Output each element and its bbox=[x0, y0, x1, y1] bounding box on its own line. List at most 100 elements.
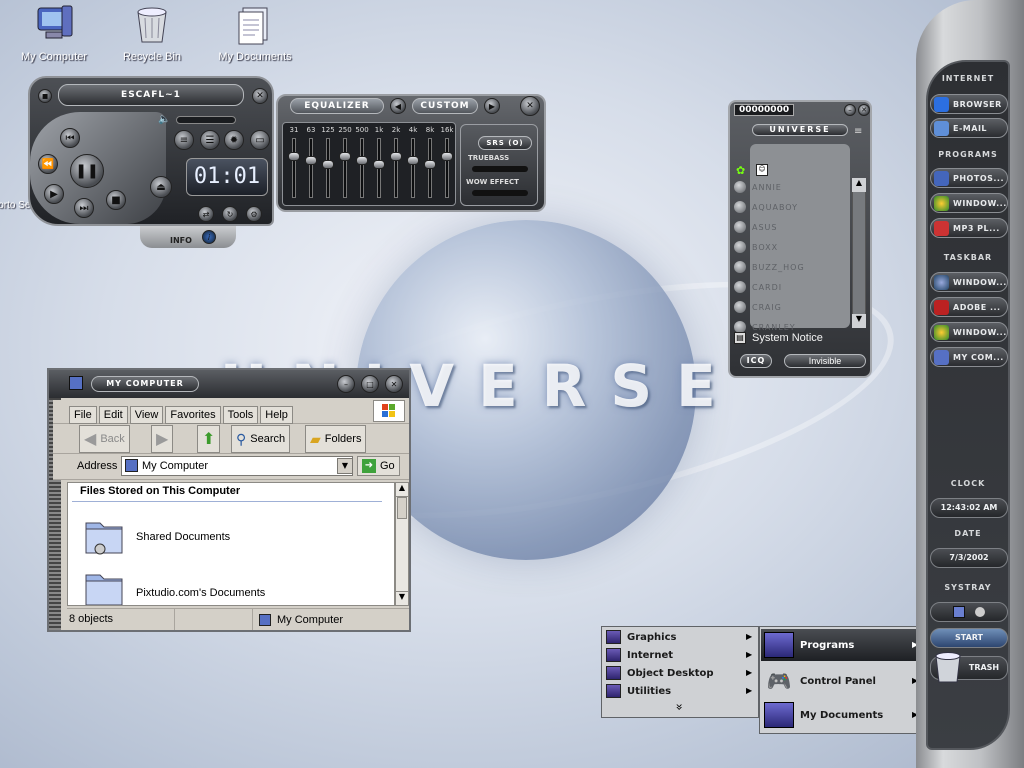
address-dropdown-icon[interactable]: ▼ bbox=[337, 458, 353, 474]
eq-band-slider[interactable] bbox=[394, 138, 398, 198]
play-button[interactable]: ▶ bbox=[44, 184, 64, 204]
icq-contact[interactable]: CRAIG bbox=[734, 298, 854, 316]
icq-contact[interactable]: AQUABOY bbox=[734, 198, 854, 216]
eq-band-slider[interactable] bbox=[309, 138, 313, 198]
expand-menu-icon[interactable]: » bbox=[673, 703, 687, 710]
truebass-slider[interactable] bbox=[472, 166, 528, 172]
info-icon[interactable]: i bbox=[202, 230, 216, 244]
visual-icon[interactable]: ✹ bbox=[224, 130, 244, 150]
menu-help[interactable]: Help bbox=[260, 406, 293, 424]
menu-item-control-panel[interactable]: 🎮 Control Panel bbox=[764, 668, 876, 694]
scroll-up-icon[interactable]: ▲ bbox=[396, 483, 408, 497]
eq-band-knob[interactable] bbox=[373, 160, 385, 169]
network-icon[interactable] bbox=[953, 606, 965, 618]
eq-band-knob[interactable] bbox=[424, 160, 436, 169]
eq-band-slider[interactable] bbox=[411, 138, 415, 198]
file-item-shared-documents[interactable]: Shared Documents bbox=[136, 531, 230, 543]
taskbar-item-my-computer[interactable]: MY COM... bbox=[930, 347, 1008, 367]
volume-slider[interactable] bbox=[176, 116, 236, 124]
up-button[interactable]: ⬆ bbox=[197, 425, 221, 453]
sidebar-item-email[interactable]: E-MAIL bbox=[930, 118, 1008, 138]
taskbar-item-adobe[interactable]: ADOBE ... bbox=[930, 297, 1008, 317]
address-input[interactable]: My Computer bbox=[121, 456, 353, 476]
folders-button[interactable]: ▰ Folders bbox=[305, 425, 367, 453]
shuffle-icon[interactable]: ⇄ bbox=[198, 206, 214, 222]
icq-minimize-icon[interactable]: – bbox=[844, 104, 856, 116]
icq-scrollbar[interactable] bbox=[852, 178, 866, 328]
system-notice[interactable]: System Notice bbox=[752, 332, 823, 344]
eq-band-knob[interactable] bbox=[305, 156, 317, 165]
eq-band-knob[interactable] bbox=[407, 156, 419, 165]
scroll-down-icon[interactable]: ▼ bbox=[852, 314, 866, 328]
back-button[interactable]: ◀ Back bbox=[79, 425, 130, 453]
icq-contact[interactable]: CARDI bbox=[734, 278, 854, 296]
eq-band-knob[interactable] bbox=[390, 152, 402, 161]
scroll-thumb[interactable] bbox=[397, 497, 407, 519]
icq-button[interactable]: ICQ bbox=[740, 354, 772, 368]
options-icon[interactable]: ⚙ bbox=[246, 206, 262, 222]
close-icon[interactable]: ✕ bbox=[385, 375, 403, 393]
eq-close-icon[interactable]: ✕ bbox=[520, 96, 540, 116]
taskbar-item-window-2[interactable]: WINDOW... bbox=[930, 322, 1008, 342]
previous-button[interactable]: ⏮ bbox=[60, 128, 80, 148]
repeat-icon[interactable]: ↻ bbox=[222, 206, 238, 222]
icq-status[interactable]: Invisible bbox=[784, 354, 866, 368]
icq-menu-icon[interactable]: ≡ bbox=[854, 126, 866, 140]
icq-contact[interactable]: BUZZ_HOG bbox=[734, 258, 854, 276]
next-button[interactable]: ⏭ bbox=[74, 198, 94, 218]
taskbar-item-window-1[interactable]: WINDOW... bbox=[930, 272, 1008, 292]
srs-button[interactable]: SRS (O) bbox=[478, 136, 532, 150]
desktop-icon-recycle-bin[interactable]: Recycle Bin bbox=[102, 2, 202, 63]
scroll-up-icon[interactable]: ▲ bbox=[852, 178, 866, 192]
menu-item-utilities[interactable]: Utilities bbox=[606, 684, 671, 698]
stop-button[interactable]: ■ bbox=[106, 190, 126, 210]
forward-button[interactable]: ▶ bbox=[151, 425, 174, 453]
playlist-icon[interactable]: ☰ bbox=[200, 130, 220, 150]
eq-band-knob[interactable] bbox=[356, 156, 368, 165]
eq-prev-icon[interactable]: ◀ bbox=[390, 98, 406, 114]
desktop-icon-my-computer[interactable]: My Computer bbox=[4, 2, 104, 63]
file-item-user-documents[interactable]: Pixtudio.com's Documents bbox=[136, 587, 265, 599]
menu-item-programs[interactable]: Programs bbox=[764, 632, 854, 658]
start-button[interactable]: START bbox=[930, 628, 1008, 648]
scroll-down-icon[interactable]: ▼ bbox=[396, 591, 408, 605]
eq-band-knob[interactable] bbox=[288, 152, 300, 161]
icq-close-icon[interactable]: ✕ bbox=[858, 104, 870, 116]
menu-view[interactable]: View bbox=[129, 406, 164, 424]
eq-band-slider[interactable] bbox=[445, 138, 449, 198]
sidebar-item-browser[interactable]: BROWSER bbox=[930, 94, 1008, 114]
close-icon[interactable]: ✕ bbox=[252, 88, 268, 104]
menu-item-my-documents[interactable]: My Documents bbox=[764, 702, 883, 728]
wow-slider[interactable] bbox=[472, 190, 528, 196]
icq-contact[interactable]: ASUS bbox=[734, 218, 854, 236]
menu-item-graphics[interactable]: Graphics bbox=[606, 630, 676, 644]
menu-edit[interactable]: Edit bbox=[98, 406, 128, 424]
icq-contact[interactable]: BOXX bbox=[734, 238, 854, 256]
menu-icon[interactable]: ▪ bbox=[38, 89, 52, 103]
menu-tools[interactable]: Tools bbox=[222, 406, 259, 424]
eject-button[interactable]: ⏏ bbox=[150, 176, 172, 198]
menu-item-internet[interactable]: Internet bbox=[606, 648, 673, 662]
eq-band-slider[interactable] bbox=[292, 138, 296, 198]
sidebar-item-windows-media[interactable]: WINDOW... bbox=[930, 193, 1008, 213]
eq-band-knob[interactable] bbox=[441, 152, 453, 161]
search-button[interactable]: ⚲ Search bbox=[231, 425, 291, 453]
icq-contact[interactable]: ANNIE bbox=[734, 178, 854, 196]
menu-item-object-desktop[interactable]: Object Desktop bbox=[606, 666, 714, 680]
eq-band-knob[interactable] bbox=[339, 152, 351, 161]
menu-favorites[interactable]: Favorites bbox=[165, 406, 221, 424]
eq-band-knob[interactable] bbox=[322, 160, 334, 169]
eq-band-slider[interactable] bbox=[343, 138, 347, 198]
sidebar-item-photoshop[interactable]: PHOTOS... bbox=[930, 168, 1008, 188]
eq-next-icon[interactable]: ▶ bbox=[484, 98, 500, 114]
tv-icon[interactable]: ▭ bbox=[250, 130, 270, 150]
equalizer-toggle-icon[interactable]: ≡ bbox=[174, 130, 194, 150]
sidebar-item-mp3-player[interactable]: MP3 PL... bbox=[930, 218, 1008, 238]
menu-file[interactable]: File bbox=[69, 406, 97, 424]
go-button[interactable]: ➜ Go bbox=[357, 456, 400, 476]
eq-preset[interactable]: CUSTOM bbox=[412, 98, 478, 114]
vertical-scrollbar[interactable]: ▲ ▼ bbox=[395, 482, 409, 606]
info-tab[interactable]: INFO i bbox=[140, 226, 236, 248]
tray-status-icon[interactable] bbox=[975, 607, 985, 617]
eq-band-slider[interactable] bbox=[360, 138, 364, 198]
